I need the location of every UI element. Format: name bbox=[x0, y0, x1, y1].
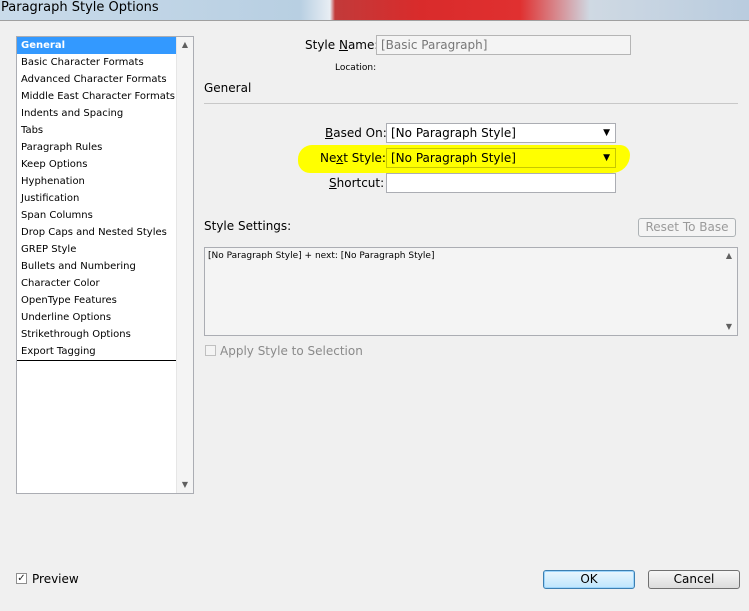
category-item[interactable]: Indents and Spacing bbox=[17, 105, 176, 122]
category-item[interactable]: OpenType Features bbox=[17, 292, 176, 309]
category-item[interactable]: Strikethrough Options bbox=[17, 326, 176, 343]
category-item[interactable]: Export Tagging bbox=[17, 343, 176, 361]
category-item[interactable]: Drop Caps and Nested Styles bbox=[17, 224, 176, 241]
shortcut-label: Shortcut: bbox=[329, 176, 385, 190]
scroll-down-icon[interactable]: ▼ bbox=[721, 319, 737, 335]
apply-style-label: Apply Style to Selection bbox=[220, 344, 363, 358]
category-item[interactable]: Hyphenation bbox=[17, 173, 176, 190]
cancel-button[interactable]: Cancel bbox=[648, 570, 740, 589]
style-settings-scrollbar[interactable]: ▲ ▼ bbox=[721, 248, 737, 335]
preview-checkbox[interactable]: ✓ bbox=[16, 573, 27, 584]
chevron-down-icon: ▼ bbox=[603, 153, 610, 163]
location-label: Location: bbox=[335, 63, 377, 73]
next-style-value: [No Paragraph Style] bbox=[391, 151, 516, 165]
category-list[interactable]: General Basic Character Formats Advanced C… bbox=[16, 36, 194, 494]
category-scrollbar[interactable]: ▲ ▼ bbox=[176, 37, 193, 493]
style-settings-label: Style Settings: bbox=[204, 219, 292, 233]
checkmark-icon: ✓ bbox=[17, 573, 26, 584]
based-on-dropdown[interactable]: [No Paragraph Style] ▼ bbox=[386, 123, 616, 143]
title-bar[interactable]: Paragraph Style Options bbox=[0, 0, 749, 20]
scroll-up-icon[interactable]: ▲ bbox=[177, 37, 193, 53]
category-items: General Basic Character Formats Advanced C… bbox=[17, 37, 177, 361]
apply-style-checkbox[interactable] bbox=[205, 345, 216, 356]
chevron-down-icon: ▼ bbox=[603, 128, 610, 138]
based-on-label: Based On: bbox=[325, 126, 387, 140]
category-item[interactable]: Tabs bbox=[17, 122, 176, 139]
window-title: Paragraph Style Options bbox=[1, 0, 159, 15]
ok-button[interactable]: OK bbox=[543, 570, 635, 589]
section-divider bbox=[204, 103, 738, 104]
next-style-dropdown[interactable]: [No Paragraph Style] ▼ bbox=[386, 148, 616, 168]
category-item[interactable]: General bbox=[17, 37, 176, 54]
style-settings-text[interactable]: [No Paragraph Style] + next: [No Paragra… bbox=[204, 247, 738, 336]
based-on-value: [No Paragraph Style] bbox=[391, 126, 516, 140]
category-item[interactable]: Justification bbox=[17, 190, 176, 207]
category-item[interactable]: GREP Style bbox=[17, 241, 176, 258]
category-item[interactable]: Advanced Character Formats bbox=[17, 71, 176, 88]
shortcut-input[interactable] bbox=[386, 173, 616, 193]
category-item[interactable]: Bullets and Numbering bbox=[17, 258, 176, 275]
style-settings-content: [No Paragraph Style] + next: [No Paragra… bbox=[208, 251, 435, 261]
preview-label: Preview bbox=[32, 572, 79, 586]
category-item[interactable]: Character Color bbox=[17, 275, 176, 292]
category-item[interactable]: Middle East Character Formats bbox=[17, 88, 176, 105]
scroll-down-icon[interactable]: ▼ bbox=[177, 477, 193, 493]
style-name-label: Style Name: bbox=[305, 38, 379, 52]
category-item[interactable]: Paragraph Rules bbox=[17, 139, 176, 156]
category-item[interactable]: Underline Options bbox=[17, 309, 176, 326]
next-style-label: Next Style: bbox=[320, 151, 386, 165]
category-item[interactable]: Keep Options bbox=[17, 156, 176, 173]
style-name-input[interactable]: [Basic Paragraph] bbox=[376, 35, 631, 55]
scroll-up-icon[interactable]: ▲ bbox=[721, 248, 737, 264]
reset-to-base-button[interactable]: Reset To Base bbox=[638, 218, 736, 237]
section-title: General bbox=[204, 81, 252, 95]
category-item[interactable]: Span Columns bbox=[17, 207, 176, 224]
category-item[interactable]: Basic Character Formats bbox=[17, 54, 176, 71]
